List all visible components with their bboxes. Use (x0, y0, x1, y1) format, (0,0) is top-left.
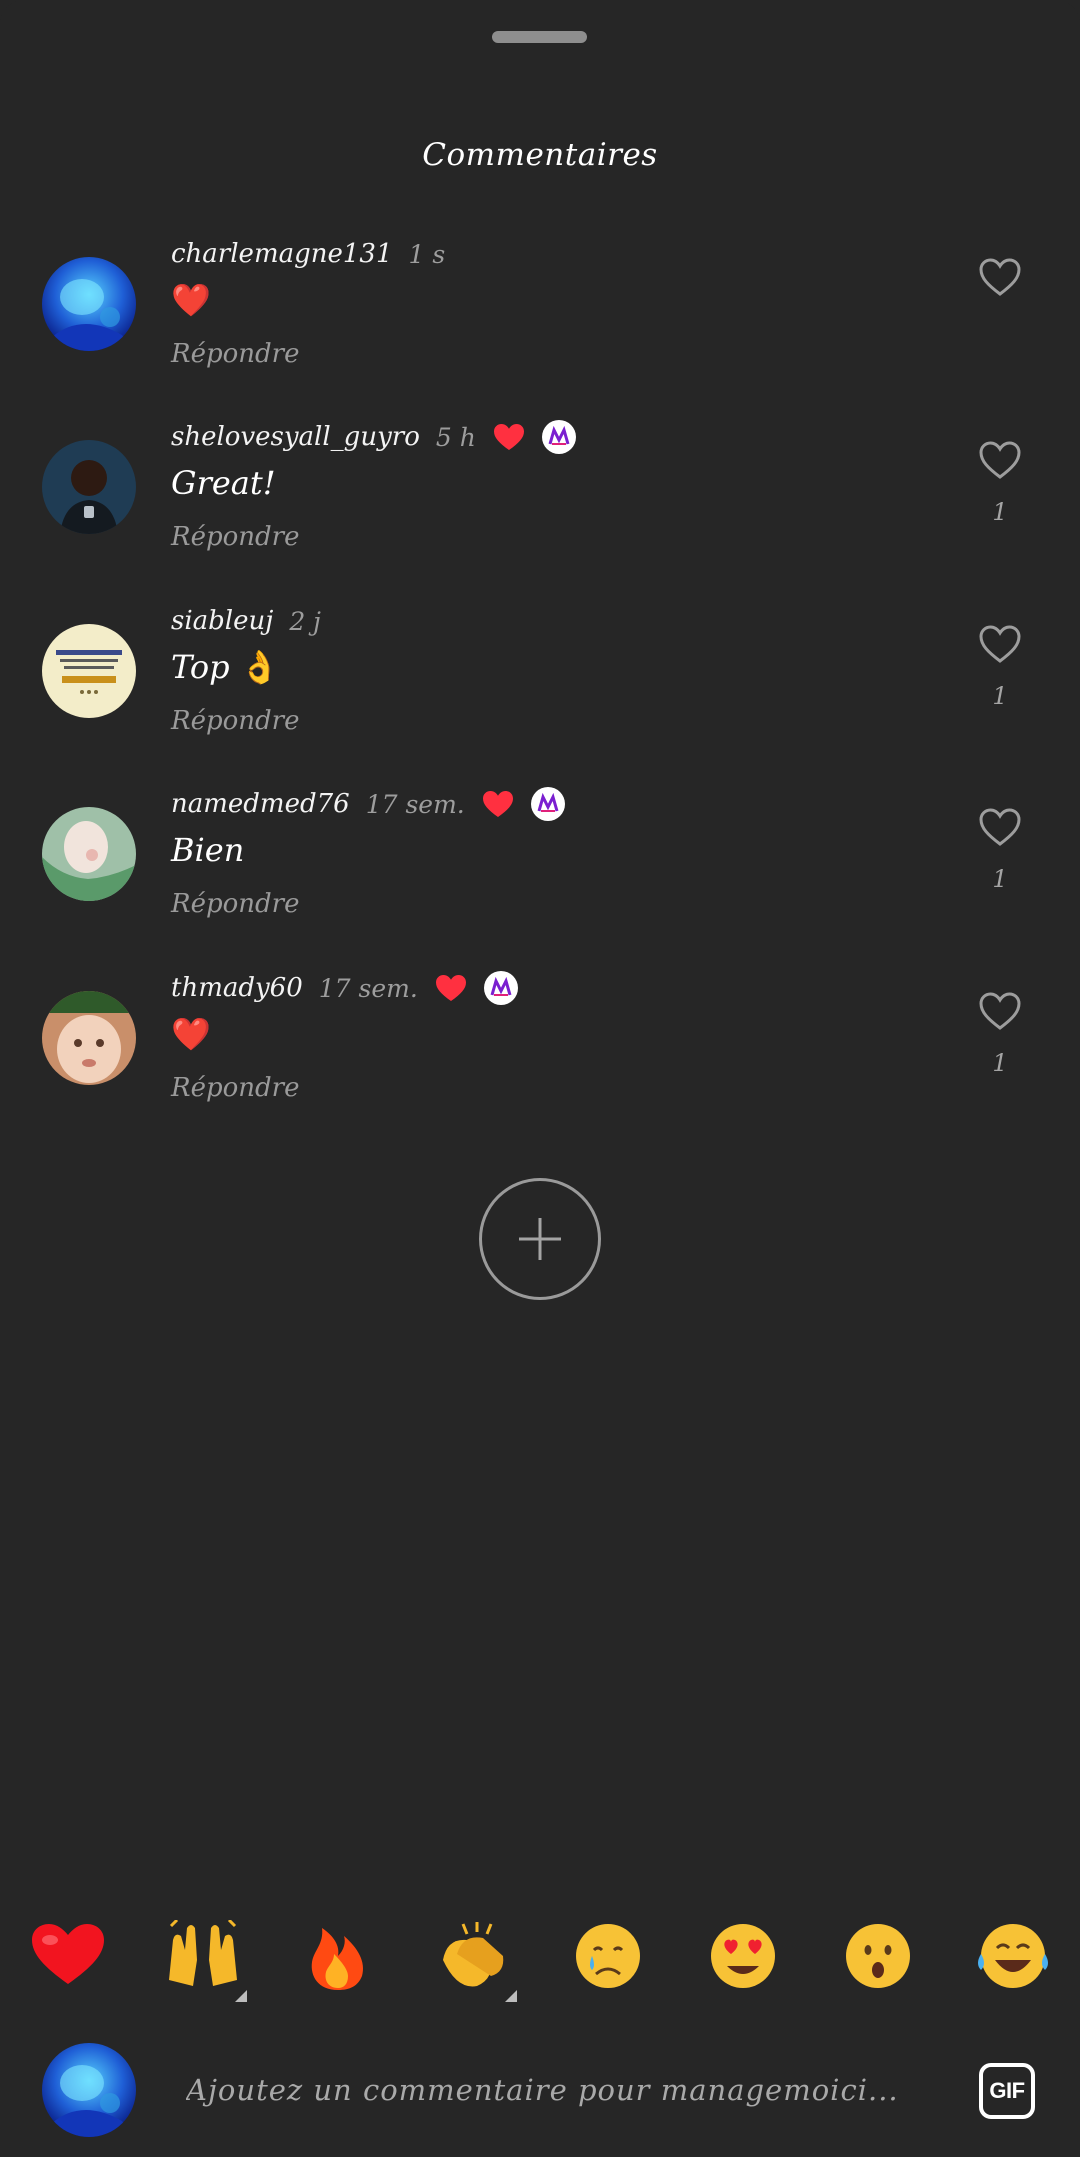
timestamp: 2 j (289, 606, 321, 636)
avatar[interactable] (42, 257, 136, 351)
username[interactable]: namedmed76 (171, 789, 350, 819)
reaction-red-heart[interactable] (28, 1912, 108, 2002)
comment-text: Bien (171, 831, 245, 869)
sheet-title: Commentaires (422, 137, 658, 173)
comment-meta: shelovesyall_guyro 5 h (171, 416, 576, 458)
heart-outline-icon[interactable] (978, 257, 1022, 297)
comment-meta: charlemagne131 1 s (171, 233, 445, 275)
reaction-tears-of-joy[interactable] (973, 1912, 1053, 2002)
avatar[interactable] (42, 440, 136, 534)
like-count: 1 (992, 682, 1008, 710)
reaction-crying-face[interactable] (568, 1912, 648, 2002)
comment-meta: siableuj 2 j (171, 600, 321, 642)
plus-icon (519, 1218, 561, 1260)
fire-icon (311, 1928, 364, 1990)
comment-composer: GIF (0, 2040, 1080, 2157)
creator-avatar (483, 971, 518, 1005)
avatar (42, 2043, 136, 2137)
comment-text: ❤️ (171, 1015, 211, 1053)
variant-indicator (505, 1990, 517, 2002)
reply-button[interactable]: Répondre (171, 706, 299, 736)
quick-reactions-bar (0, 1912, 1080, 2002)
clapping-hands-icon (443, 1922, 504, 1987)
heart-eyes-icon (711, 1924, 775, 1988)
heart-outline-icon[interactable] (978, 991, 1022, 1031)
variant-indicator (235, 1990, 247, 2002)
drag-handle[interactable] (492, 31, 587, 43)
heart-outline-icon[interactable] (978, 440, 1022, 480)
timestamp: 1 s (408, 239, 446, 269)
reply-button[interactable]: Répondre (171, 339, 299, 369)
avatar[interactable] (42, 807, 136, 901)
comment-meta: thmady60 17 sem. (171, 967, 518, 1009)
heart-emoji: ❤️ (171, 281, 211, 319)
heart-outline-icon[interactable] (978, 624, 1022, 664)
comment-item: namedmed76 17 sem. Bien Répondre 1 (0, 783, 1080, 943)
red-heart-icon (32, 1924, 104, 1984)
comment-input[interactable] (186, 2060, 946, 2120)
reaction-fire[interactable] (298, 1912, 378, 2002)
creator-avatar (541, 420, 576, 454)
comment-item: shelovesyall_guyro 5 h Great! Répondre 1 (0, 416, 1080, 576)
crying-face-icon (576, 1924, 640, 1988)
timestamp: 5 h (435, 422, 476, 452)
username[interactable]: siableuj (171, 606, 273, 636)
comment-item: thmady60 17 sem. ❤️ Répondre 1 (0, 967, 1080, 1127)
username[interactable]: charlemagne131 (171, 239, 393, 269)
load-more-button[interactable] (479, 1178, 601, 1300)
comments-sheet: Commentaires charlemagne131 1 s ❤️ Répon… (0, 0, 1080, 2157)
reaction-surprised-face[interactable] (838, 1912, 918, 2002)
like-count: 1 (992, 1049, 1008, 1077)
heart-outline-icon[interactable] (978, 807, 1022, 847)
reply-button[interactable]: Répondre (171, 522, 299, 552)
reaction-raising-hands[interactable] (163, 1912, 247, 2002)
heart-emoji: ❤️ (171, 1015, 211, 1053)
username[interactable]: shelovesyall_guyro (171, 422, 420, 452)
red-heart-icon (493, 424, 524, 450)
reply-button[interactable]: Répondre (171, 889, 299, 919)
surprised-face-icon (846, 1924, 910, 1988)
comment-text-content: Top (171, 648, 230, 686)
red-heart-icon (435, 975, 466, 1001)
avatar[interactable] (42, 624, 136, 718)
red-heart-icon (482, 791, 513, 817)
comment-text: ❤️ (171, 281, 211, 319)
timestamp: 17 sem. (318, 973, 418, 1003)
like-count: 1 (992, 498, 1008, 526)
tears-of-joy-icon (978, 1924, 1048, 1988)
creator-avatar (530, 787, 565, 821)
username[interactable]: thmady60 (171, 973, 303, 1003)
reaction-heart-eyes[interactable] (703, 1912, 783, 2002)
comment-text: Top 👌 (171, 648, 280, 686)
comment-meta: namedmed76 17 sem. (171, 783, 565, 825)
comment-item: charlemagne131 1 s ❤️ Répondre (0, 233, 1080, 393)
reply-button[interactable]: Répondre (171, 1073, 299, 1103)
comment-item: siableuj 2 j Top 👌 Répondre 1 (0, 600, 1080, 760)
gif-button[interactable]: GIF (979, 2063, 1035, 2119)
comment-text: Great! (171, 464, 276, 502)
raising-hands-icon (169, 1920, 237, 1986)
reaction-clapping-hands[interactable] (433, 1912, 517, 2002)
like-count: 1 (992, 865, 1008, 893)
avatar[interactable] (42, 991, 136, 1085)
ok-hand-emoji: 👌 (239, 648, 280, 686)
timestamp: 17 sem. (365, 789, 465, 819)
